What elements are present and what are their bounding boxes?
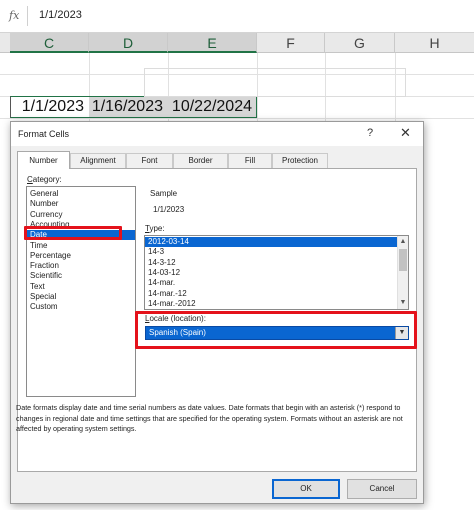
column-header-e[interactable]: E (168, 33, 257, 53)
list-item[interactable]: 14-3-12 (145, 258, 408, 268)
chevron-up-icon[interactable]: ▲ (398, 237, 408, 247)
type-list[interactable]: 2012-03-14 14-3 14-3-12 14-03-12 14-mar.… (144, 235, 409, 310)
list-item[interactable]: Custom (27, 302, 135, 312)
list-item[interactable]: Time (27, 241, 135, 251)
tab-border[interactable]: Border (173, 153, 228, 168)
sample-value: 1/1/2023 (153, 205, 185, 214)
list-item-selected[interactable]: Date (27, 230, 135, 241)
formula-divider (27, 6, 28, 26)
formula-bar: fx 1/1/2023 (0, 0, 474, 33)
row-gridline (0, 118, 474, 119)
list-item[interactable]: Fraction (27, 261, 135, 271)
tab-protection[interactable]: Protection (272, 153, 328, 168)
sample-label: Sample (150, 189, 178, 198)
selection-outline (10, 96, 257, 118)
category-list[interactable]: General Number Currency Accounting Date … (26, 186, 136, 397)
column-header-g[interactable]: G (325, 33, 395, 53)
tab-font[interactable]: Font (126, 153, 173, 168)
locale-label: Locale (location): (145, 314, 206, 323)
list-item[interactable]: 14-03-12 (145, 268, 408, 278)
list-item-selected[interactable]: 2012-03-14 (145, 237, 398, 248)
list-item[interactable]: Text (27, 282, 135, 292)
dialog-titlebar: Format Cells ? ✕ (11, 122, 423, 146)
tab-number[interactable]: Number (17, 151, 70, 169)
list-item[interactable]: 14-3 (145, 247, 408, 257)
type-label: Type: (145, 224, 165, 233)
ok-button[interactable]: OK (272, 479, 340, 499)
tab-alignment[interactable]: Alignment (70, 153, 126, 168)
list-item[interactable]: Accounting (27, 220, 135, 230)
chevron-down-icon[interactable]: ▼ (398, 298, 408, 308)
sample-group (144, 68, 406, 97)
column-headers: C D E F G H (0, 33, 474, 53)
format-description: Date formats display date and time seria… (16, 403, 403, 433)
locale-dropdown[interactable]: Spanish (Spain) ▼ (145, 326, 409, 340)
list-item[interactable]: Currency (27, 210, 135, 220)
column-header-c[interactable]: C (10, 33, 89, 53)
column-header-h[interactable]: H (395, 33, 474, 53)
list-item[interactable]: Special (27, 292, 135, 302)
formula-input[interactable]: 1/1/2023 (39, 9, 82, 21)
list-item[interactable]: 14-mar. (145, 278, 408, 288)
column-header-d[interactable]: D (89, 33, 168, 53)
chevron-down-icon[interactable]: ▼ (395, 327, 408, 339)
function-icon[interactable]: fx (9, 9, 19, 22)
list-item[interactable]: Scientific (27, 271, 135, 281)
list-item[interactable]: Number (27, 199, 135, 209)
column-header-f[interactable]: F (257, 33, 325, 53)
dialog-title: Format Cells (18, 129, 70, 139)
scrollbar-thumb[interactable] (399, 249, 407, 271)
list-item[interactable]: 14-mar.-12 (145, 289, 408, 299)
list-item[interactable]: Percentage (27, 251, 135, 261)
locale-value: Spanish (Spain) (149, 328, 206, 337)
type-list-scrollbar[interactable]: ▲ ▼ (397, 236, 408, 309)
close-icon[interactable]: ✕ (400, 125, 411, 141)
help-button[interactable]: ? (367, 127, 373, 139)
list-item[interactable]: 14-mar.-2012 (145, 299, 408, 309)
tab-fill[interactable]: Fill (228, 153, 272, 168)
list-item[interactable]: General (27, 189, 135, 199)
category-label: Category: (27, 175, 62, 184)
cancel-button[interactable]: Cancel (347, 479, 417, 499)
